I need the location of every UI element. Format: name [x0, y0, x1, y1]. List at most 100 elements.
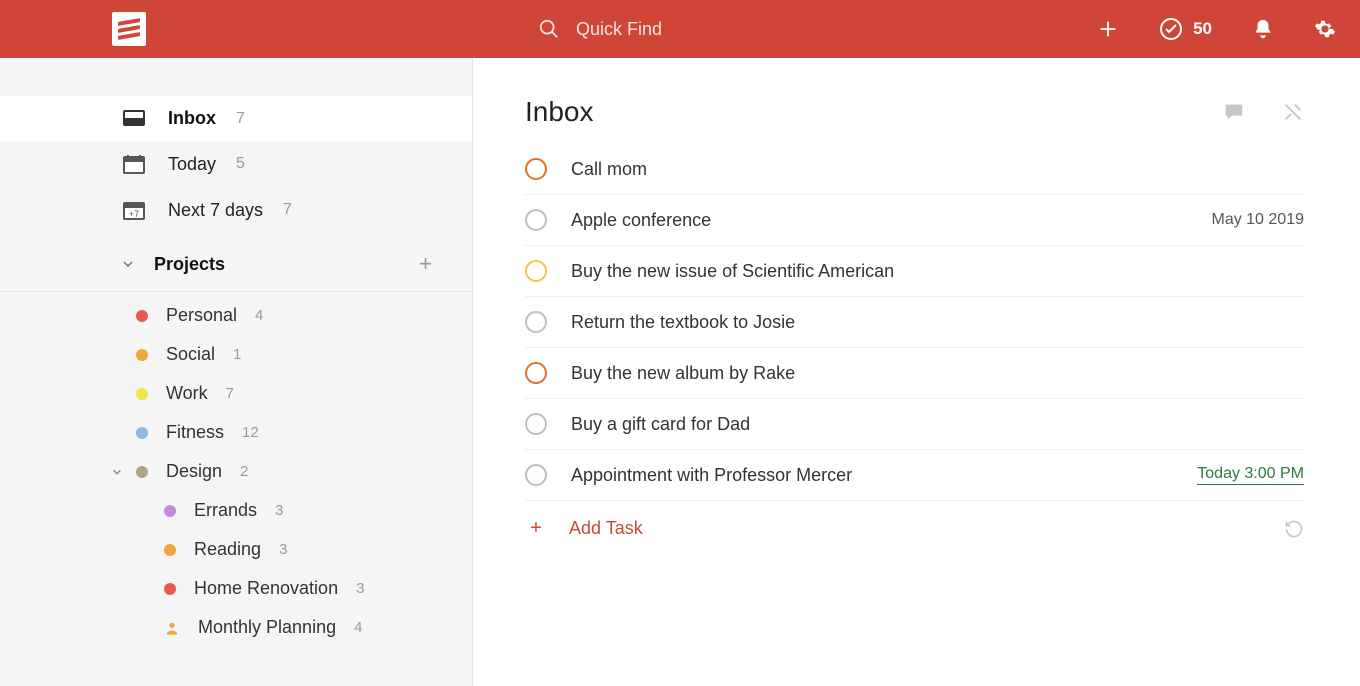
karma-score: 50: [1193, 19, 1212, 39]
project-color-dot: [136, 388, 148, 400]
topbar-actions: 50: [1097, 17, 1340, 41]
comment-icon: [1222, 101, 1246, 123]
filter-label: Inbox: [168, 108, 216, 129]
add-task-button[interactable]: + Add Task: [525, 501, 1304, 556]
projects-header[interactable]: Projects +: [0, 233, 472, 287]
project-count: 12: [242, 424, 259, 441]
history-icon: [1284, 519, 1304, 539]
main-header-actions: [1222, 101, 1304, 123]
project-reading[interactable]: Reading 3: [0, 530, 472, 569]
project-count: 3: [275, 502, 283, 519]
project-color-dot: [164, 544, 176, 556]
task-list: Call mom Apple conference May 10 2019 Bu…: [525, 152, 1304, 501]
project-label: Work: [166, 383, 208, 404]
logo-icon: [118, 18, 140, 40]
main-content: Inbox Call mom Apple conference May 10 2…: [473, 58, 1360, 686]
project-label: Personal: [166, 305, 237, 326]
calendar-today-icon: [120, 153, 148, 175]
project-personal[interactable]: Personal 4: [0, 296, 472, 335]
add-project-button[interactable]: +: [419, 251, 432, 277]
project-actions-button[interactable]: [1282, 101, 1304, 123]
project-label: Design: [166, 461, 222, 482]
task-item[interactable]: Return the textbook to Josie: [525, 297, 1304, 348]
sidebar: Inbox 7 Today 5 +7 Next 7 days 7: [0, 58, 473, 686]
filter-today[interactable]: Today 5: [0, 141, 472, 187]
add-task-global-button[interactable]: [1097, 18, 1119, 40]
task-due-date[interactable]: Today 3:00 PM: [1197, 465, 1304, 485]
project-home-renovation[interactable]: Home Renovation 3: [0, 569, 472, 608]
person-icon: [164, 620, 180, 636]
project-count: 4: [255, 307, 263, 324]
task-item[interactable]: Buy a gift card for Dad: [525, 399, 1304, 450]
main-header: Inbox: [525, 96, 1304, 128]
project-design[interactable]: Design 2: [0, 452, 472, 491]
undo-history-button[interactable]: [1284, 519, 1304, 539]
project-fitness[interactable]: Fitness 12: [0, 413, 472, 452]
filter-next7days[interactable]: +7 Next 7 days 7: [0, 187, 472, 233]
svg-text:+7: +7: [129, 209, 139, 219]
project-count: 1: [233, 346, 241, 363]
topbar: 50: [0, 0, 1360, 58]
task-item[interactable]: Buy the new album by Rake: [525, 348, 1304, 399]
task-item[interactable]: Appointment with Professor Mercer Today …: [525, 450, 1304, 501]
app-logo[interactable]: [112, 12, 146, 46]
task-item[interactable]: Call mom: [525, 152, 1304, 195]
filter-inbox[interactable]: Inbox 7: [0, 96, 472, 141]
task-title: Appointment with Professor Mercer: [571, 465, 852, 486]
task-item[interactable]: Apple conference May 10 2019: [525, 195, 1304, 246]
project-label: Home Renovation: [194, 578, 338, 599]
project-count: 4: [354, 619, 362, 636]
calendar-week-icon: +7: [120, 199, 148, 221]
filter-label: Next 7 days: [168, 200, 263, 221]
comments-button[interactable]: [1222, 101, 1246, 123]
search-input[interactable]: [576, 19, 876, 40]
task-item[interactable]: Buy the new issue of Scientific American: [525, 246, 1304, 297]
project-color-dot: [164, 583, 176, 595]
filter-count: 5: [236, 155, 245, 173]
project-color-dot: [136, 349, 148, 361]
project-label: Reading: [194, 539, 261, 560]
add-task-label: Add Task: [569, 518, 643, 539]
filters-list: Inbox 7 Today 5 +7 Next 7 days 7: [0, 96, 472, 233]
projects-list: Personal 4 Social 1 Work 7 Fitness 12: [0, 296, 472, 647]
plus-icon: +: [525, 517, 547, 540]
task-checkbox[interactable]: [525, 311, 547, 333]
project-count: 3: [356, 580, 364, 597]
task-checkbox[interactable]: [525, 158, 547, 180]
task-checkbox[interactable]: [525, 413, 547, 435]
task-checkbox[interactable]: [525, 362, 547, 384]
settings-button[interactable]: [1314, 18, 1336, 40]
project-monthly-planning[interactable]: Monthly Planning 4: [0, 608, 472, 647]
divider: [0, 291, 472, 292]
task-checkbox[interactable]: [525, 209, 547, 231]
filter-count: 7: [283, 201, 292, 219]
task-title: Buy the new album by Rake: [571, 363, 795, 384]
project-label: Fitness: [166, 422, 224, 443]
task-title: Apple conference: [571, 210, 711, 231]
filter-label: Today: [168, 154, 216, 175]
project-count: 2: [240, 463, 248, 480]
chevron-down-icon: [120, 256, 136, 272]
notifications-button[interactable]: [1252, 18, 1274, 40]
search-icon: [538, 18, 560, 40]
projects-title: Projects: [154, 254, 225, 275]
plus-icon: [1097, 18, 1119, 40]
task-checkbox[interactable]: [525, 464, 547, 486]
project-count: 7: [226, 385, 234, 402]
tools-icon: [1282, 101, 1304, 123]
filter-count: 7: [236, 110, 245, 128]
task-title: Call mom: [571, 159, 647, 180]
task-checkbox[interactable]: [525, 260, 547, 282]
task-due-date[interactable]: May 10 2019: [1211, 211, 1304, 229]
bell-icon: [1252, 18, 1274, 40]
project-errands[interactable]: Errands 3: [0, 491, 472, 530]
karma-button[interactable]: 50: [1159, 17, 1212, 41]
project-label: Social: [166, 344, 215, 365]
project-color-dot: [136, 427, 148, 439]
project-social[interactable]: Social 1: [0, 335, 472, 374]
search-container: [538, 18, 876, 40]
chevron-down-icon[interactable]: [110, 465, 124, 479]
project-label: Errands: [194, 500, 257, 521]
project-color-dot: [136, 466, 148, 478]
project-work[interactable]: Work 7: [0, 374, 472, 413]
